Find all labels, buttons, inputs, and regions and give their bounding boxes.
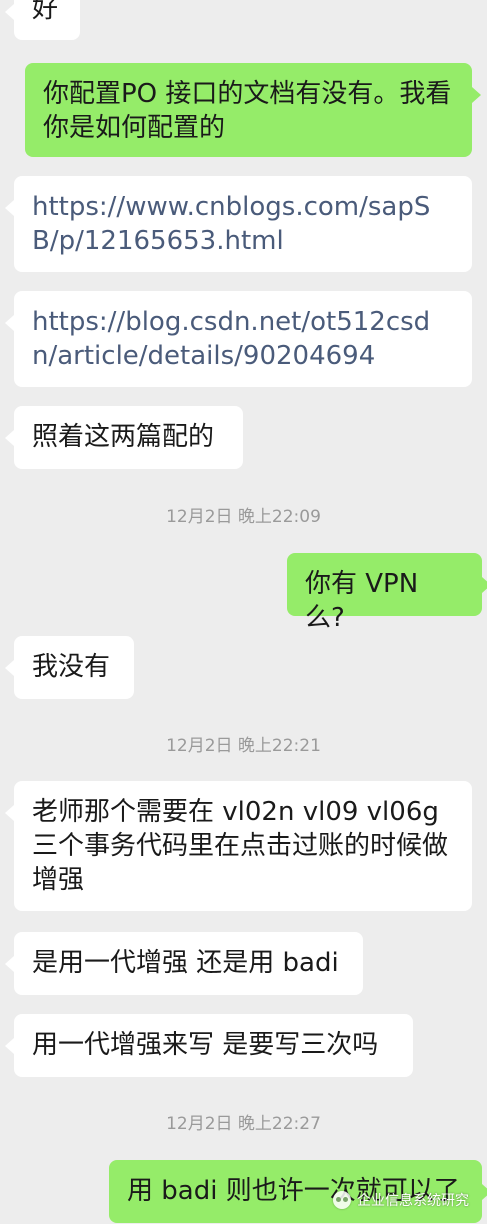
watermark: 企业信息系统研究 [333,1190,469,1210]
message-bubble-incoming[interactable]: 是用一代增强 还是用 badi [5,932,363,995]
timestamp: 12月2日 晚上22:09 [166,507,321,527]
timestamp: 12月2日 晚上22:27 [166,1114,321,1134]
message-bubble-incoming[interactable]: 好 [5,0,80,40]
message-text: 用一代增强来写 是要写三次吗 [32,1030,379,1060]
watermark-text: 企业信息系统研究 [357,1193,469,1209]
message-text: 好 [32,0,59,24]
message-bubble-incoming[interactable]: 老师那个需要在 vl02n vl09 vl06g 三个事务代码里在点击过账的时候… [5,781,472,911]
message-link-text[interactable]: https://www.cnblogs.com/sapSB/p/12165653… [32,192,430,256]
message-bubble-link[interactable]: https://blog.csdn.net/ot512csdn/article/… [5,291,472,387]
message-text: 你配置PO 接口的文档有没有。我看你是如何配置的 [43,79,452,143]
chat-message-list[interactable]: 好 你配置PO 接口的文档有没有。我看你是如何配置的 https://www.c… [0,0,487,1224]
message-text: 我没有 [32,652,111,682]
message-bubble-incoming[interactable]: 用一代增强来写 是要写三次吗 [5,1014,413,1077]
wechat-logo-icon [333,1191,351,1209]
message-text: 你有 VPN 么? [305,569,419,633]
message-bubble-link[interactable]: https://www.cnblogs.com/sapSB/p/12165653… [5,176,472,272]
message-text: 照着这两篇配的 [32,422,215,452]
message-bubble-outgoing[interactable]: 你有 VPN 么? [287,553,487,633]
message-link-text[interactable]: https://blog.csdn.net/ot512csdn/article/… [32,307,430,371]
message-bubble-incoming[interactable]: 我没有 [5,636,134,699]
message-bubble-incoming[interactable]: 照着这两篇配的 [5,406,243,469]
message-bubble-outgoing[interactable]: 你配置PO 接口的文档有没有。我看你是如何配置的 [25,63,481,157]
timestamp: 12月2日 晚上22:21 [166,736,321,756]
message-text: 老师那个需要在 vl02n vl09 vl06g 三个事务代码里在点击过账的时候… [32,797,449,895]
message-text: 是用一代增强 还是用 badi [32,948,339,978]
